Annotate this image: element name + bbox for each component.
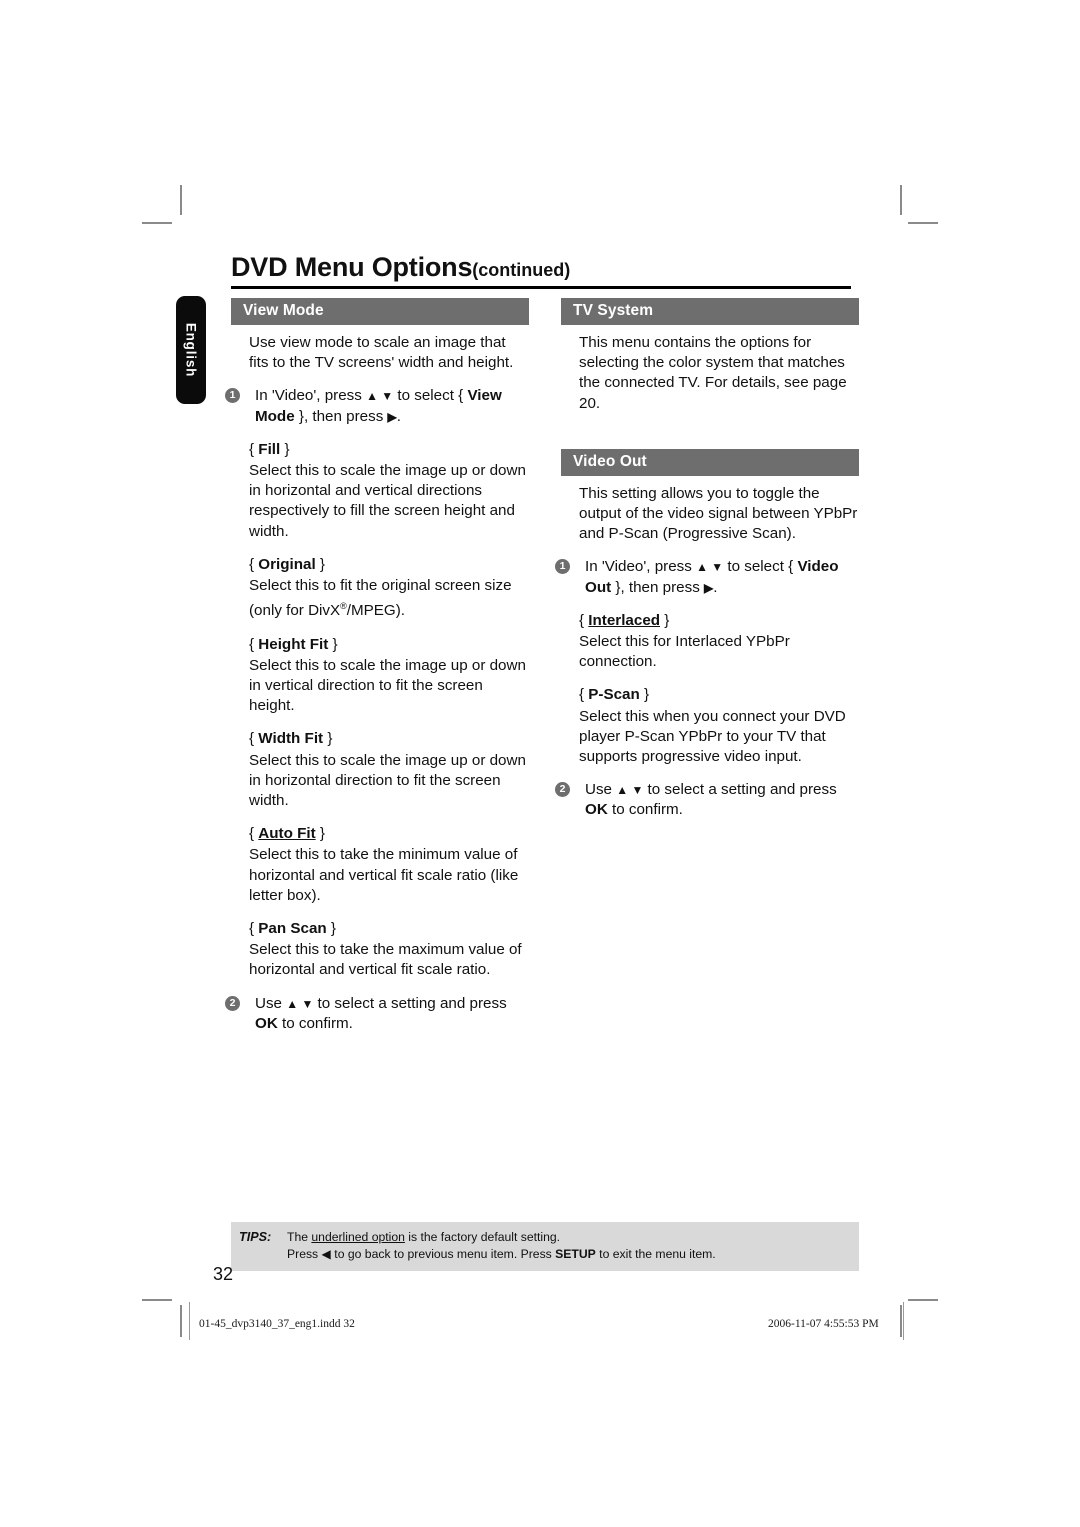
step1-text-mid: to select {: [723, 558, 798, 576]
step-number-badge: 1: [225, 388, 240, 404]
step2-keyword-ok: OK: [585, 801, 608, 819]
option-label-p-scan: { P-Scan }: [579, 686, 650, 704]
step2-text-mid: to select a setting and press: [643, 781, 837, 799]
option-name-auto-fit: Auto Fit: [258, 825, 316, 843]
option-desc-original: Select this to fit the original screen s…: [249, 577, 512, 620]
step1-text-end: .: [396, 407, 401, 425]
step2-text-pre: Use: [255, 994, 287, 1012]
footer-rule-right: [903, 1302, 904, 1340]
crop-mark-top-left-vertical: [180, 185, 182, 215]
option-label-pan-scan: { Pan Scan }: [249, 919, 336, 937]
up-down-arrow-icon: ▲ ▼: [696, 560, 724, 575]
option-desc-interlaced: Select this for Interlaced YPbPr connect…: [579, 633, 790, 671]
step1-text-post: }, then press: [611, 578, 705, 596]
tips-line-2: Press ◀ to go back to previous menu item…: [231, 1246, 859, 1263]
option-label-fill: { Fill }: [249, 440, 290, 458]
language-tab: English: [176, 296, 206, 404]
tips-line2-mid: to go back to previous menu item. Press: [330, 1247, 556, 1261]
crop-mark-top-right-horizontal: [908, 222, 938, 224]
option-desc-width-fit: Select this to scale the image up or dow…: [249, 751, 526, 809]
tips-label: TIPS:: [239, 1230, 272, 1244]
right-arrow-icon: ▶: [704, 580, 714, 595]
up-down-arrow-icon: ▲ ▼: [616, 783, 644, 798]
step2-text-post: to confirm.: [277, 1014, 353, 1032]
view-mode-step-2: 2 Use ▲ ▼ to select a setting and press …: [225, 994, 529, 1034]
option-desc-height-fit: Select this to scale the image up or dow…: [249, 656, 526, 715]
view-mode-intro: Use view mode to scale an image that fit…: [249, 334, 514, 372]
tips-line2-post: to exit the menu item.: [595, 1247, 716, 1261]
tips-line1-pre: The: [287, 1230, 312, 1244]
step1-text-pre: In 'Video', press: [255, 387, 367, 405]
left-arrow-icon: ◀: [321, 1247, 331, 1261]
tv-system-intro: This menu contains the options for selec…: [579, 334, 847, 412]
left-column: View Mode Use view mode to scale an imag…: [225, 298, 529, 1047]
step-number-badge: 2: [555, 782, 570, 798]
crop-mark-bottom-left-horizontal: [142, 1299, 172, 1301]
step-number-badge: 1: [555, 559, 570, 575]
step1-text-mid: to select {: [393, 387, 468, 405]
option-name-fill: Fill: [258, 440, 281, 458]
option-label-width-fit: { Width Fit }: [249, 730, 333, 748]
up-down-arrow-icon: ▲ ▼: [366, 389, 394, 404]
tips-line2-setup-keyword: SETUP: [555, 1247, 596, 1261]
language-tab-label: English: [183, 322, 199, 378]
option-label-height-fit: { Height Fit }: [249, 635, 338, 653]
section-header-view-mode: View Mode: [231, 298, 529, 325]
right-column: TV System This menu contains the options…: [555, 298, 859, 834]
option-name-original: Original: [258, 555, 316, 573]
step1-text-end: .: [713, 578, 718, 596]
option-desc-p-scan: Select this when you connect your DVD pl…: [579, 707, 846, 766]
step2-keyword-ok: OK: [255, 1014, 278, 1032]
tips-line1-post: is the factory default setting.: [404, 1230, 561, 1244]
option-name-interlaced: Interlaced: [588, 611, 661, 629]
step-number-badge: 2: [225, 995, 240, 1011]
video-out-intro: This setting allows you to toggle the ou…: [579, 484, 858, 543]
step1-text-pre: In 'Video', press: [585, 558, 697, 576]
page-number: 32: [213, 1264, 234, 1284]
option-name-height-fit: Height Fit: [258, 635, 329, 653]
up-down-arrow-icon: ▲ ▼: [286, 996, 314, 1011]
step2-text-post: to confirm.: [607, 801, 683, 819]
crop-mark-bottom-left-vertical: [180, 1305, 182, 1337]
footer-timestamp: 2006-11-07 4:55:53 PM: [768, 1318, 879, 1330]
crop-mark-bottom-right-horizontal: [908, 1299, 938, 1301]
option-desc-auto-fit: Select this to take the minimum value of…: [249, 846, 519, 904]
right-arrow-icon: ▶: [387, 409, 397, 424]
step2-text-mid: to select a setting and press: [313, 994, 507, 1012]
tips-line1-underlined: underlined option: [311, 1230, 405, 1244]
crop-mark-bottom-right-vertical: [900, 1305, 902, 1337]
option-label-original: { Original }: [249, 555, 325, 573]
option-name-width-fit: Width Fit: [258, 730, 324, 748]
option-desc-fill: Select this to scale the image up or dow…: [249, 462, 526, 540]
tips-line2-pre: Press: [287, 1247, 322, 1261]
page-title: DVD Menu Options(continued): [231, 252, 851, 289]
video-out-step-1: 1 In 'Video', press ▲ ▼ to select { Vide…: [555, 557, 859, 597]
tips-line-1: TIPS: The underlined option is the facto…: [231, 1229, 859, 1246]
view-mode-step-1: 1 In 'Video', press ▲ ▼ to select { View…: [225, 386, 529, 426]
option-name-pan-scan: Pan Scan: [258, 919, 327, 937]
section-header-video-out: Video Out: [561, 448, 859, 476]
video-out-step-2: 2 Use ▲ ▼ to select a setting and press …: [555, 780, 859, 820]
page-title-continued: (continued): [472, 260, 571, 280]
section-header-tv-system: TV System: [561, 298, 859, 325]
crop-mark-top-right-vertical: [900, 185, 902, 215]
step2-text-pre: Use: [585, 781, 617, 799]
tips-box: TIPS: The underlined option is the facto…: [231, 1222, 859, 1271]
crop-mark-top-left-horizontal: [142, 222, 172, 224]
footer-file-name: 01-45_dvp3140_37_eng1.indd 32: [199, 1318, 355, 1330]
option-label-interlaced: { Interlaced }: [579, 611, 670, 629]
step1-text-post: }, then press: [294, 407, 388, 425]
page-title-main: DVD Menu Options: [231, 252, 473, 282]
footer-rule-left: [189, 1302, 190, 1340]
option-label-auto-fit: { Auto Fit }: [249, 825, 325, 843]
option-name-p-scan: P-Scan: [588, 686, 640, 704]
option-desc-pan-scan: Select this to take the maximum value of…: [249, 941, 522, 979]
